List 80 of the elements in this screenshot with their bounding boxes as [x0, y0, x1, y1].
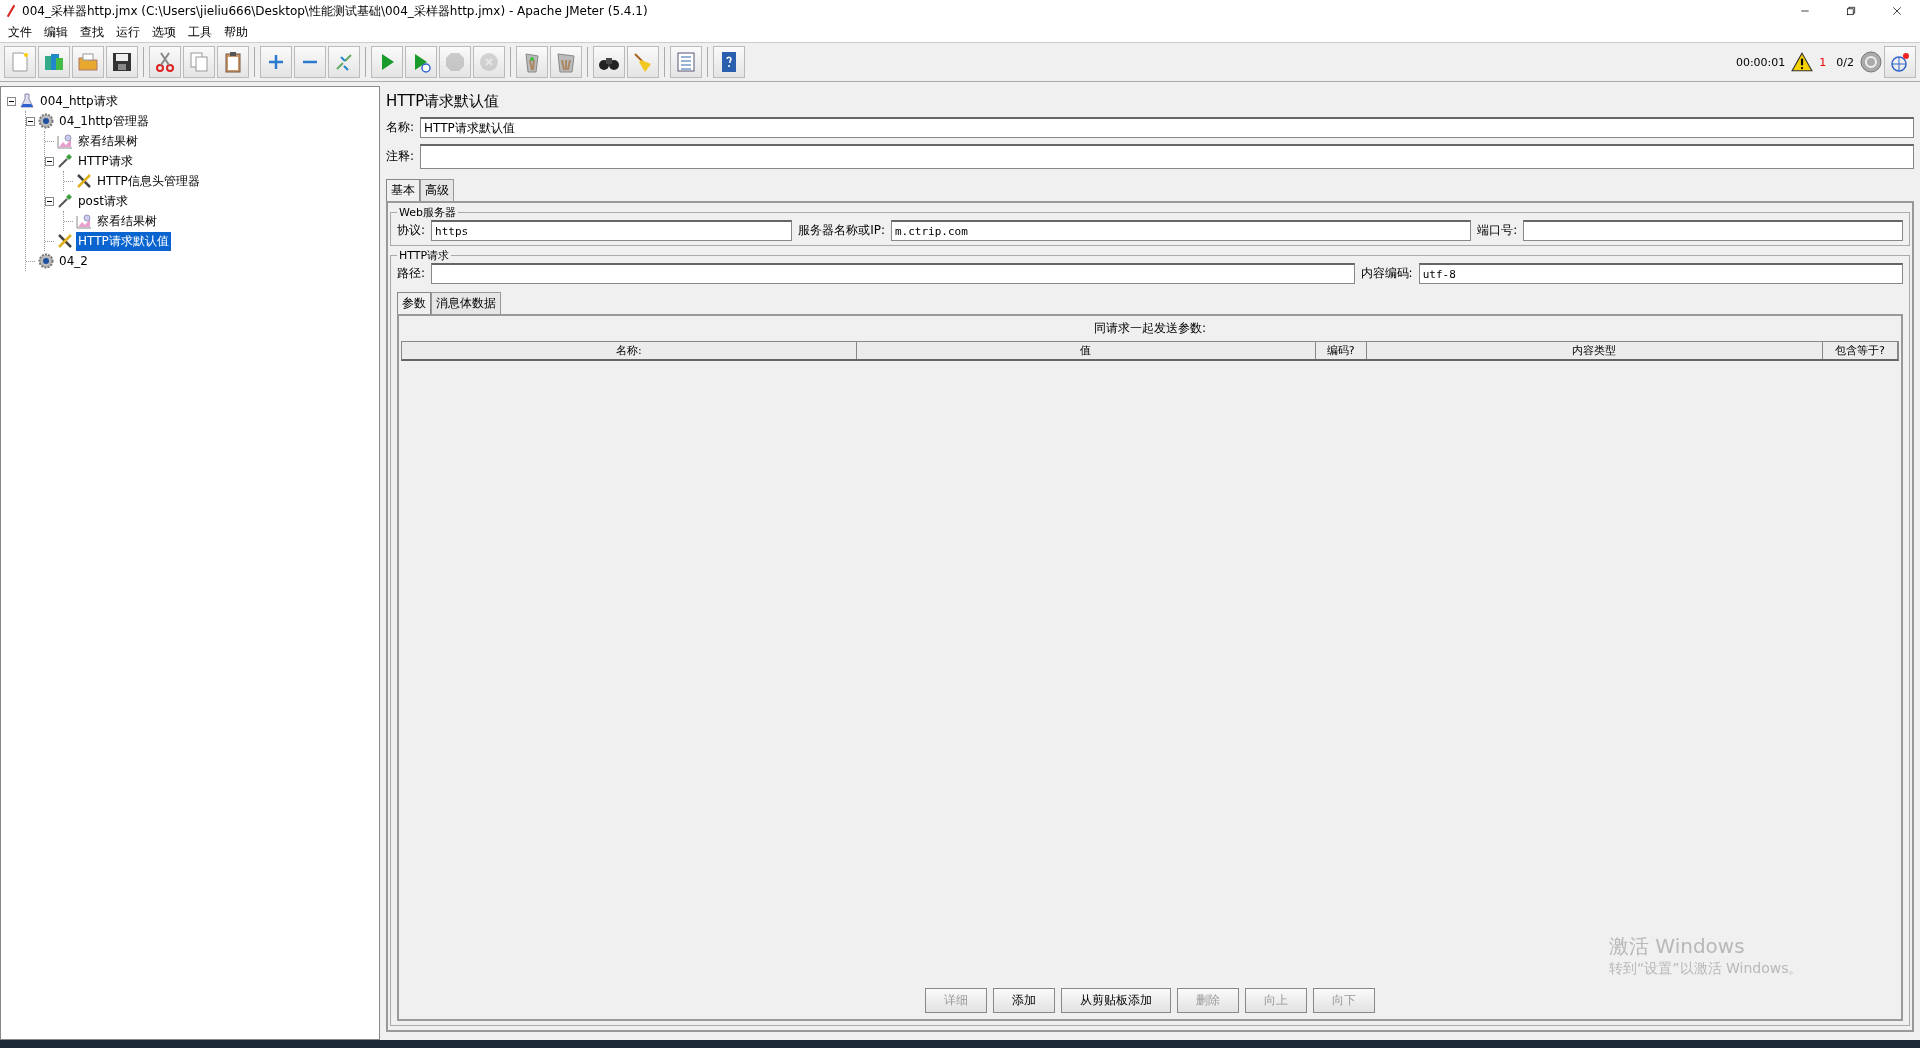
menu-item[interactable]: 工具 [182, 23, 218, 41]
tab[interactable]: 参数 [397, 292, 431, 314]
cut-icon[interactable] [149, 46, 181, 78]
comment-field[interactable] [420, 144, 1914, 169]
pipette-icon [57, 153, 73, 169]
warning-count: 1 [1819, 55, 1827, 69]
save-icon[interactable] [106, 46, 138, 78]
status-icon [1860, 51, 1882, 73]
flask-icon [19, 93, 35, 109]
tree-item[interactable]: 004_http请求 [38, 91, 120, 111]
tree-item[interactable]: 察看结果树 [76, 131, 140, 151]
templates-icon[interactable] [38, 46, 70, 78]
name-field[interactable]: HTTP请求默认值 [420, 117, 1914, 138]
start-no-timers-icon[interactable] [405, 46, 437, 78]
expander-icon[interactable] [45, 196, 54, 206]
paste-icon[interactable] [217, 46, 249, 78]
server-label: 服务器名称或IP: [798, 222, 885, 239]
function-helper-icon[interactable] [670, 46, 702, 78]
menu-item[interactable]: 运行 [110, 23, 146, 41]
window-title: 004_采样器http.jmx (C:\Users\jieliu666\Desktop\性能测试基础\004_采样器http.jmx) - Apache JMeter (5.4.1) [22, 2, 648, 20]
tools-icon [57, 233, 73, 249]
search-icon[interactable] [593, 46, 625, 78]
activation-title: 激活 Windows [1609, 933, 1746, 960]
protocol-label: 协议: [397, 222, 426, 239]
tab[interactable]: 高级 [420, 179, 454, 201]
menu-item[interactable]: 查找 [74, 23, 110, 41]
tab[interactable]: 基本 [386, 179, 420, 201]
action-button[interactable]: 添加 [993, 988, 1055, 1013]
chart-icon [57, 133, 73, 149]
expander-icon[interactable] [45, 156, 54, 166]
action-button[interactable]: 从剪贴板添加 [1061, 988, 1171, 1013]
panel-title: HTTP请求默认值 [386, 92, 501, 111]
column-header[interactable]: 包含等于? [1822, 342, 1898, 359]
collapse-icon[interactable] [294, 46, 326, 78]
gear-icon [38, 253, 54, 269]
expand-icon[interactable] [260, 46, 292, 78]
expander-icon[interactable] [7, 96, 16, 106]
tree-item[interactable]: post请求 [76, 191, 130, 211]
remote-icon[interactable] [1884, 46, 1916, 78]
group-title: Web服务器 [398, 205, 457, 220]
path-field[interactable] [431, 263, 1355, 284]
menu-item[interactable]: 文件 [2, 23, 38, 41]
help-icon[interactable] [713, 46, 745, 78]
tree-item[interactable]: 察看结果树 [95, 211, 159, 231]
thread-count: 0/2 [1836, 55, 1854, 69]
server-field[interactable]: m.ctrip.com [890, 220, 1472, 241]
tree-item[interactable]: HTTP请求 [76, 151, 135, 171]
path-label: 路径: [397, 265, 426, 282]
chart-icon [76, 213, 92, 229]
start-icon[interactable] [371, 46, 403, 78]
table-caption: 同请求一起发送参数: [1092, 320, 1207, 337]
gear-icon [38, 113, 54, 129]
menu-item[interactable]: 帮助 [218, 23, 254, 41]
tab[interactable]: 消息体数据 [431, 292, 501, 314]
toggle-icon[interactable] [328, 46, 360, 78]
expander-icon[interactable] [26, 116, 35, 126]
protocol-field[interactable]: https [431, 220, 793, 241]
tree-item[interactable]: HTTP请求默认值 [76, 231, 171, 251]
group-title: HTTP请求 [398, 248, 451, 263]
comment-label: 注释: [386, 148, 415, 165]
column-header[interactable]: 名称: [402, 342, 857, 359]
warning-icon[interactable] [1791, 51, 1814, 73]
encoding-field[interactable]: utf-8 [1418, 263, 1903, 284]
menu-item[interactable]: 编辑 [38, 23, 74, 41]
pipette-icon [57, 193, 73, 209]
tree-item[interactable]: 04_2 [57, 253, 90, 269]
column-header[interactable]: 内容类型 [1366, 342, 1823, 359]
port-label: 端口号: [1477, 222, 1518, 239]
name-label: 名称: [386, 119, 415, 136]
tree-item[interactable]: 04_1http管理器 [57, 111, 151, 131]
port-field[interactable] [1523, 220, 1903, 241]
menu-item[interactable]: 选项 [146, 23, 182, 41]
clear-icon[interactable] [516, 46, 548, 78]
tree-item[interactable]: HTTP信息头管理器 [95, 171, 202, 191]
elapsed-time: 00:00:01 [1735, 55, 1786, 69]
clear-all-icon[interactable] [550, 46, 582, 78]
tools-icon [76, 173, 92, 189]
encoding-label: 内容编码: [1360, 265, 1413, 282]
column-header[interactable]: 值 [856, 342, 1316, 359]
column-header[interactable]: 编码? [1315, 342, 1367, 359]
